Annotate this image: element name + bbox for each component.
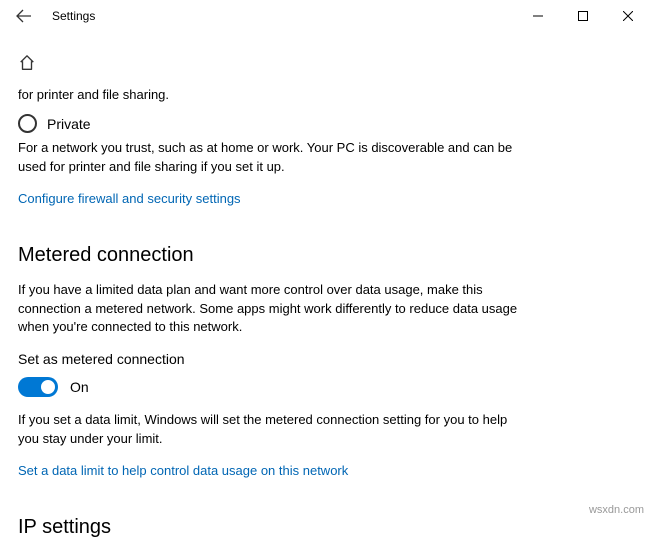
- content-area: for printer and file sharing. Private Fo…: [0, 54, 650, 539]
- close-icon: [623, 11, 633, 21]
- radio-icon: [18, 114, 37, 133]
- truncated-description: for printer and file sharing.: [18, 87, 632, 102]
- close-button[interactable]: [605, 0, 650, 32]
- back-arrow-icon: [16, 8, 32, 24]
- title-bar: Settings: [0, 0, 650, 32]
- watermark-text: wsxdn.com: [589, 504, 644, 516]
- private-description: For a network you trust, such as at home…: [18, 139, 518, 177]
- data-limit-note: If you set a data limit, Windows will se…: [18, 411, 518, 449]
- home-row: [18, 54, 632, 77]
- minimize-icon: [533, 11, 543, 21]
- metered-toggle[interactable]: [18, 377, 58, 397]
- toggle-knob-icon: [41, 380, 55, 394]
- window-title: Settings: [52, 9, 95, 23]
- private-radio[interactable]: Private: [18, 114, 632, 133]
- back-button[interactable]: [10, 2, 38, 30]
- private-radio-label: Private: [47, 116, 91, 132]
- metered-description: If you have a limited data plan and want…: [18, 281, 518, 338]
- minimize-button[interactable]: [515, 0, 560, 32]
- toggle-state-text: On: [70, 379, 89, 395]
- window-controls: [515, 0, 650, 32]
- maximize-button[interactable]: [560, 0, 605, 32]
- data-limit-link[interactable]: Set a data limit to help control data us…: [18, 463, 632, 478]
- home-icon: [18, 54, 36, 72]
- firewall-link[interactable]: Configure firewall and security settings: [18, 191, 632, 206]
- toggle-row: On: [18, 377, 632, 397]
- metered-heading: Metered connection: [18, 244, 632, 267]
- home-button[interactable]: [18, 54, 36, 72]
- maximize-icon: [578, 11, 588, 21]
- ip-settings-heading: IP settings: [18, 516, 632, 539]
- metered-toggle-label: Set as metered connection: [18, 351, 632, 367]
